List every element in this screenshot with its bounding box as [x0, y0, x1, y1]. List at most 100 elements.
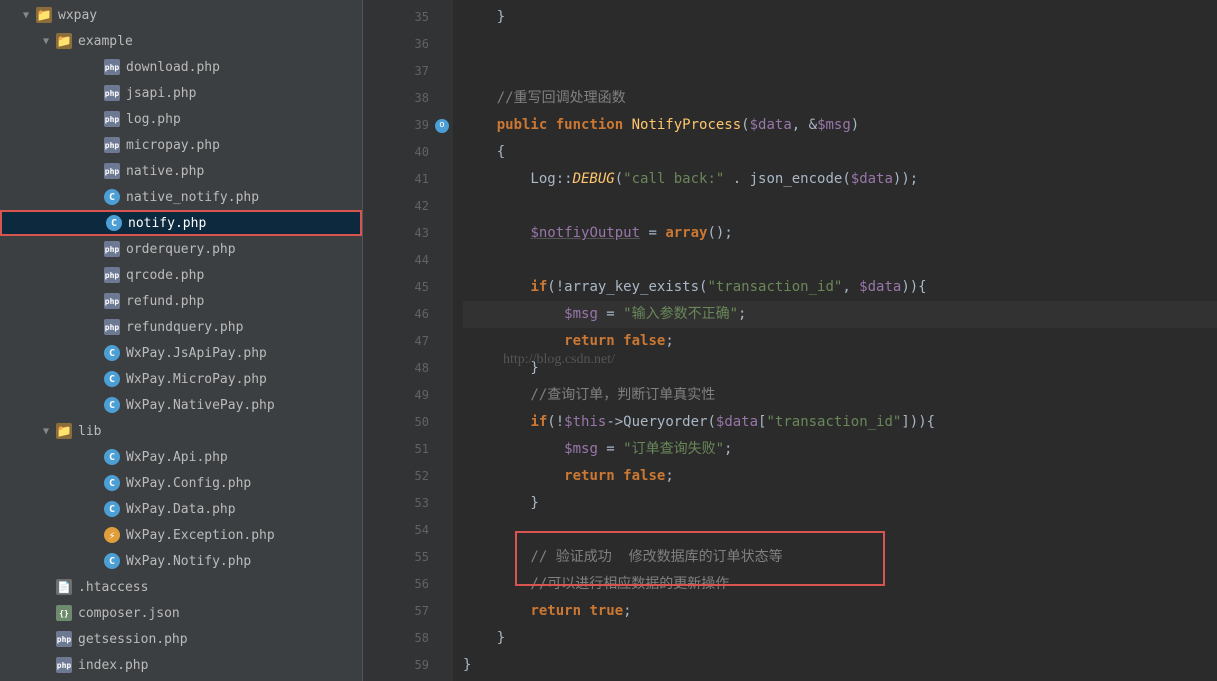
tree-item-label: native_notify.php: [126, 190, 362, 205]
tree-item-log-php[interactable]: log.php: [0, 106, 362, 132]
tree-item--htaccess[interactable]: .htaccess: [0, 574, 362, 600]
tree-item-orderquery-php[interactable]: orderquery.php: [0, 236, 362, 262]
code-line: //可以进行相应数据的更新操作: [463, 571, 1217, 598]
tree-item-label: WxPay.NativePay.php: [126, 398, 362, 413]
tree-item-label: qrcode.php: [126, 268, 362, 283]
tree-item-label: micropay.php: [126, 138, 362, 153]
tree-item-label: notify.php: [128, 216, 360, 231]
tree-item-wxpay-data-php[interactable]: WxPay.Data.php: [0, 496, 362, 522]
gutter-line-number: 54: [363, 517, 453, 544]
tree-item-wxpay-config-php[interactable]: WxPay.Config.php: [0, 470, 362, 496]
gutter-line-number: 42: [363, 193, 453, 220]
expand-arrow-icon[interactable]: [40, 35, 52, 47]
c-icon: [106, 215, 122, 231]
code-editor[interactable]: 3536373839o40414243444546474849505152535…: [363, 0, 1217, 681]
tree-item-wxpay-micropay-php[interactable]: WxPay.MicroPay.php: [0, 366, 362, 392]
code-line: [463, 31, 1217, 58]
gutter-line-number: 41: [363, 166, 453, 193]
tree-item-index-php[interactable]: index.php: [0, 652, 362, 678]
project-tree-sidebar[interactable]: wxpay example download.php jsapi.php log.php…: [0, 0, 363, 681]
tree-item-label: lib: [78, 424, 362, 439]
tree-item-getsession-php[interactable]: getsession.php: [0, 626, 362, 652]
project-tree[interactable]: wxpay example download.php jsapi.php log.php…: [0, 0, 362, 680]
override-method-icon[interactable]: o: [435, 119, 449, 133]
php-icon: [104, 267, 120, 283]
gutter-line-number: 40: [363, 139, 453, 166]
gutter-line-number: 49: [363, 382, 453, 409]
tree-item-label: wxpay: [58, 8, 362, 23]
tree-item-label: example: [78, 34, 362, 49]
tree-item-example[interactable]: example: [0, 28, 362, 54]
code-line: // 验证成功 修改数据库的订单状态等: [463, 544, 1217, 571]
gutter-line-number: 50: [363, 409, 453, 436]
gutter-line-number: 35: [363, 4, 453, 31]
tree-item-native-php[interactable]: native.php: [0, 158, 362, 184]
tree-item-wxpay-notify-php[interactable]: WxPay.Notify.php: [0, 548, 362, 574]
tree-item-wxpay-nativepay-php[interactable]: WxPay.NativePay.php: [0, 392, 362, 418]
tree-item-wxpay-exception-php[interactable]: WxPay.Exception.php: [0, 522, 362, 548]
c-icon: [104, 371, 120, 387]
tree-item-lib[interactable]: lib: [0, 418, 362, 444]
code-line: $msg = "输入参数不正确";: [463, 301, 1217, 328]
tree-item-refund-php[interactable]: refund.php: [0, 288, 362, 314]
tree-item-wxpay-api-php[interactable]: WxPay.Api.php: [0, 444, 362, 470]
tree-item-wxpay[interactable]: wxpay: [0, 2, 362, 28]
code-line: [463, 58, 1217, 85]
php-icon: [56, 631, 72, 647]
gutter-line-number: 45: [363, 274, 453, 301]
folder-icon: [36, 7, 52, 23]
folder-icon: [56, 423, 72, 439]
c-icon: [104, 449, 120, 465]
tree-item-label: WxPay.Notify.php: [126, 554, 362, 569]
tree-item-jsapi-php[interactable]: jsapi.php: [0, 80, 362, 106]
gutter-line-number: 36: [363, 31, 453, 58]
tree-item-label: orderquery.php: [126, 242, 362, 257]
php-icon: [104, 137, 120, 153]
tree-item-label: jsapi.php: [126, 86, 362, 101]
tree-item-micropay-php[interactable]: micropay.php: [0, 132, 362, 158]
php-icon: [104, 111, 120, 127]
gutter-line-number: 38: [363, 85, 453, 112]
code-line: [463, 247, 1217, 274]
expand-arrow-icon[interactable]: [40, 425, 52, 437]
tree-item-label: getsession.php: [78, 632, 362, 647]
file-icon: [56, 579, 72, 595]
gutter-line-number: 37: [363, 58, 453, 85]
gutter-line-number: 46: [363, 301, 453, 328]
gutter-line-number: 44: [363, 247, 453, 274]
tree-item-qrcode-php[interactable]: qrcode.php: [0, 262, 362, 288]
code-line: {: [463, 139, 1217, 166]
gutter-line-number: 48: [363, 355, 453, 382]
php-icon: [104, 163, 120, 179]
gutter-line-number: 52: [363, 463, 453, 490]
gutter-line-number: 43: [363, 220, 453, 247]
gutter-line-number: 56: [363, 571, 453, 598]
tree-item-notify-php[interactable]: notify.php: [0, 210, 362, 236]
gutter-line-number: 59: [363, 652, 453, 679]
code-line: $notfiyOutput = array();: [463, 220, 1217, 247]
code-line: return true;: [463, 598, 1217, 625]
tree-item-refundquery-php[interactable]: refundquery.php: [0, 314, 362, 340]
c-icon: [104, 397, 120, 413]
tree-item-composer-json[interactable]: composer.json: [0, 600, 362, 626]
code-line: $msg = "订单查询失败";: [463, 436, 1217, 463]
code-line: }: [463, 490, 1217, 517]
tree-item-wxpay-jsapipay-php[interactable]: WxPay.JsApiPay.php: [0, 340, 362, 366]
code-line: //查询订单，判断订单真实性: [463, 382, 1217, 409]
code-line: return false;: [463, 328, 1217, 355]
php-icon: [104, 241, 120, 257]
expand-arrow-icon[interactable]: [20, 9, 32, 21]
php-icon: [104, 85, 120, 101]
code-line: }: [463, 355, 1217, 382]
code-area[interactable]: } //重写回调处理函数 public function NotifyProce…: [453, 0, 1217, 681]
tree-item-label: index.php: [78, 658, 362, 673]
gutter-line-number: 57: [363, 598, 453, 625]
e-icon: [104, 527, 120, 543]
php-icon: [104, 59, 120, 75]
tree-item-label: WxPay.Data.php: [126, 502, 362, 517]
gutter-line-number: 51: [363, 436, 453, 463]
tree-item-label: WxPay.Config.php: [126, 476, 362, 491]
code-line: //重写回调处理函数: [463, 85, 1217, 112]
tree-item-native_notify-php[interactable]: native_notify.php: [0, 184, 362, 210]
tree-item-download-php[interactable]: download.php: [0, 54, 362, 80]
